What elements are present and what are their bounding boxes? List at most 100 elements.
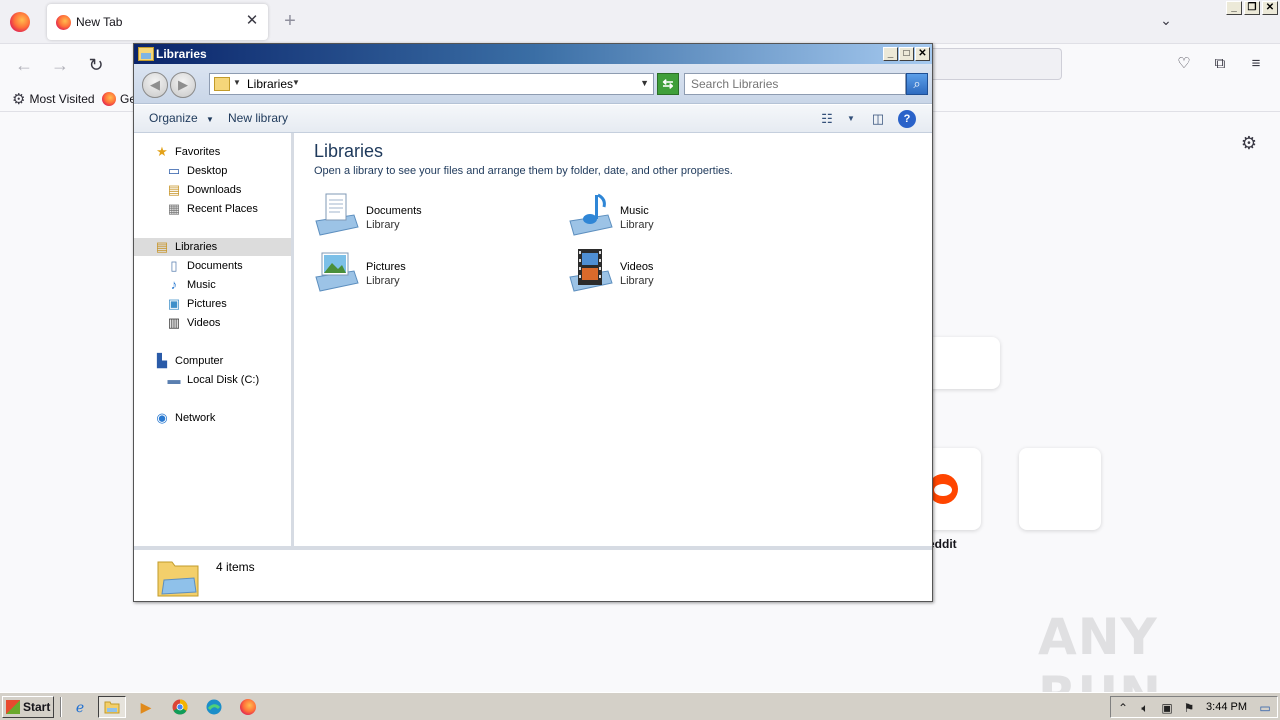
back-button[interactable]: ◀ <box>142 72 168 98</box>
volume-icon[interactable]: 🔈︎ <box>1137 700 1153 716</box>
show-desktop-icon[interactable]: ▭ <box>1257 700 1273 716</box>
nav-network[interactable]: ◉ Network <box>154 409 215 427</box>
music-library-icon <box>569 193 613 236</box>
documents-library-icon <box>315 193 359 236</box>
internet-explorer-icon[interactable]: ℯ <box>66 696 94 718</box>
breadcrumb-libraries[interactable]: Libraries <box>247 77 293 91</box>
item-count: 4 items <box>216 560 255 574</box>
tab-title: New Tab <box>76 15 123 29</box>
media-player-icon[interactable]: ▶ <box>132 696 160 718</box>
nav-local-disk[interactable]: ▬ Local Disk (C:) <box>166 371 260 389</box>
firefox-window-controls: _ ❐ ✕ <box>1226 1 1278 17</box>
forward-arrow-icon[interactable]: → <box>49 54 71 76</box>
back-arrow-icon[interactable]: ← <box>13 54 35 76</box>
content-description: Open a library to see your files and arr… <box>314 165 733 177</box>
list-all-tabs-icon[interactable]: ⌄ <box>1157 12 1175 30</box>
show-hidden-icons-chevron-icon[interactable]: ⌃ <box>1115 700 1131 716</box>
window-titlebar[interactable]: Libraries _ □ ✕ <box>134 44 932 64</box>
start-label: Start <box>23 700 51 714</box>
pictures-library-icon <box>315 252 359 292</box>
nav-label: Documents <box>187 260 243 272</box>
url-bar[interactable] <box>930 48 1062 80</box>
edge-icon[interactable] <box>200 696 228 718</box>
nav-videos[interactable]: ▥ Videos <box>166 314 221 332</box>
nav-label: Pictures <box>187 298 227 310</box>
recent-places-icon: ▦ <box>167 201 181 216</box>
windows-logo-icon <box>6 700 20 714</box>
library-name: Pictures <box>366 261 406 273</box>
library-music[interactable]: Music Library <box>568 191 788 239</box>
nav-computer[interactable]: ▙ Computer <box>154 352 223 370</box>
preview-pane-icon[interactable]: ◫ <box>869 110 887 128</box>
nav-recent-places[interactable]: ▦ Recent Places <box>166 200 258 218</box>
nav-pictures[interactable]: ▣ Pictures <box>166 295 227 313</box>
library-name: Videos <box>620 261 654 273</box>
tab-close-icon[interactable]: ✕ <box>244 12 260 30</box>
libraries-window: Libraries _ □ ✕ ◀ ▶ ▼ Libraries ▼ ▼ ⇆ ⌕ … <box>133 43 933 602</box>
nav-desktop[interactable]: ▭ Desktop <box>166 162 228 180</box>
reload-icon[interactable]: ↻ <box>85 54 107 76</box>
pocket-icon[interactable]: ♡ <box>1174 54 1194 74</box>
content-heading: Libraries <box>314 141 384 161</box>
content-pane: Libraries Open a library to see your fil… <box>297 133 932 546</box>
chevron-down-icon: ▼ <box>206 115 214 124</box>
nav-label: Favorites <box>175 146 221 158</box>
address-bar[interactable]: ▼ Libraries ▼ ▼ <box>209 73 654 95</box>
refresh-button[interactable]: ⇆ <box>657 73 679 95</box>
library-type: Library <box>366 275 400 287</box>
explorer-icon[interactable] <box>98 696 126 718</box>
address-history-dropdown-icon[interactable]: ▼ <box>640 78 649 88</box>
nav-downloads[interactable]: ▤ Downloads <box>166 181 242 199</box>
new-tab-button[interactable]: + <box>280 10 300 32</box>
nav-label: Local Disk (C:) <box>187 374 260 386</box>
help-icon[interactable]: ? <box>898 110 916 128</box>
minimize-button[interactable]: _ <box>883 47 898 61</box>
nav-favorites[interactable]: ★ Favorites <box>154 143 220 161</box>
newtab-settings-gear-icon[interactable]: ⚙ <box>1238 133 1260 155</box>
firefox-icon <box>102 92 116 106</box>
menu-icon[interactable]: ≡ <box>1246 54 1266 74</box>
view-options-chevron-icon[interactable]: ▼ <box>842 110 860 128</box>
restore-button[interactable]: ❐ <box>1244 1 1260 15</box>
bookmark-most-visited[interactable]: ⚙ Most Visited <box>12 90 95 108</box>
firefox-logo-icon[interactable] <box>10 12 30 32</box>
downloads-folder-icon: ▤ <box>167 182 181 197</box>
search-icon[interactable]: ⌕ <box>906 73 928 95</box>
chrome-icon[interactable] <box>166 696 194 718</box>
libraries-folder-icon <box>214 77 230 91</box>
documents-icon: ▯ <box>170 258 178 273</box>
music-note-icon: ♪ <box>170 277 178 292</box>
bookmark-getting-started[interactable]: Ge <box>102 90 136 108</box>
library-name: Documents <box>366 205 422 217</box>
nav-label: Libraries <box>175 241 218 253</box>
extensions-icon[interactable]: ⧉ <box>1210 54 1230 74</box>
library-documents[interactable]: Documents Library <box>314 191 534 239</box>
breadcrumb-arrow-icon[interactable]: ▼ <box>233 78 241 87</box>
maximize-button[interactable]: □ <box>899 47 914 61</box>
nav-music[interactable]: ♪ Music <box>166 276 216 294</box>
breadcrumb-arrow-icon[interactable]: ▼ <box>292 78 300 87</box>
organize-button[interactable]: Organize ▼ <box>149 111 214 125</box>
film-strip-icon: ▥ <box>167 315 181 330</box>
library-videos[interactable]: Videos Library <box>568 247 788 295</box>
change-view-icon[interactable]: ☷ <box>818 110 836 128</box>
start-button[interactable]: Start <box>2 696 54 718</box>
firefox-tab-strip: New Tab ✕ + ⌄ _ ❐ ✕ <box>0 0 1280 44</box>
nav-libraries[interactable]: ▤ Libraries <box>134 238 291 256</box>
videos-library-icon <box>569 249 613 292</box>
tab-new-tab[interactable]: New Tab ✕ <box>47 4 268 40</box>
action-center-flag-icon[interactable]: ⚑ <box>1181 700 1197 716</box>
close-button[interactable]: ✕ <box>1262 1 1278 15</box>
clock[interactable]: 3:44 PM <box>1206 701 1247 713</box>
top-site-tile-empty[interactable] <box>1019 448 1101 530</box>
firefox-icon[interactable] <box>234 696 262 718</box>
close-button[interactable]: ✕ <box>915 47 930 61</box>
nav-documents[interactable]: ▯ Documents <box>166 257 243 275</box>
newtab-search-card[interactable] <box>925 337 1000 389</box>
search-input[interactable] <box>684 73 906 95</box>
library-pictures[interactable]: Pictures Library <box>314 247 534 295</box>
network-icon[interactable]: ▣ <box>1159 700 1175 716</box>
minimize-button[interactable]: _ <box>1226 1 1242 15</box>
new-library-button[interactable]: New library <box>228 111 288 125</box>
forward-button[interactable]: ▶ <box>170 72 196 98</box>
